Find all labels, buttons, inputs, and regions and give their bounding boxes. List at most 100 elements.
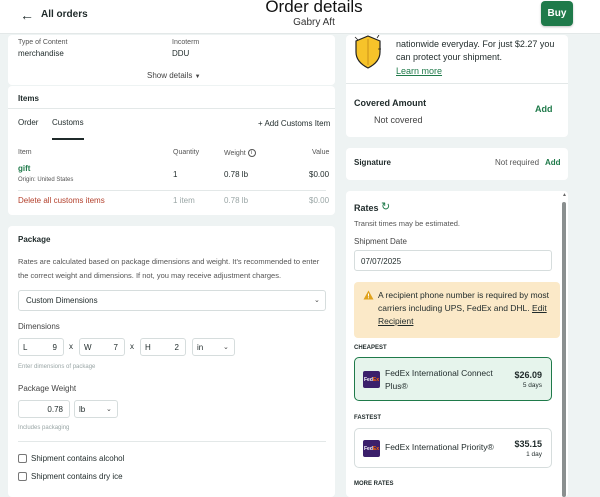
divider <box>346 83 568 84</box>
info-icon[interactable]: i <box>247 149 256 157</box>
dry-ice-checkbox[interactable] <box>18 472 27 481</box>
dimensions-hint: Enter dimensions of package <box>18 364 96 370</box>
alcohol-checkbox[interactable] <box>18 454 27 463</box>
dimension-unit-select[interactable]: in ⌄ <box>192 338 235 356</box>
chevron-down-icon: ⌄ <box>314 297 320 304</box>
package-weight-value: 0.78 <box>47 405 63 414</box>
caret-down-icon: ▼ <box>194 74 201 80</box>
signature-card: Signature Not required Add <box>346 148 568 180</box>
rate-price: $26.09 <box>514 370 542 380</box>
insurance-card: nationwide everyday. For just $2.27 you … <box>346 35 568 137</box>
item-quantity: 1 <box>173 170 178 179</box>
fedex-logo: Fed Ex <box>363 371 380 388</box>
delete-all-customs-items-link[interactable]: Delete all customs items <box>18 196 105 205</box>
alert-message: A recipient phone number is required by … <box>378 290 550 313</box>
chevron-down-icon: ⌄ <box>223 344 229 351</box>
package-weight-input[interactable]: 0.78 <box>18 400 70 418</box>
dimension-unit-value: in <box>197 343 204 352</box>
shield-icon <box>354 35 381 69</box>
shipment-date-value: 07/07/2025 <box>361 257 402 266</box>
shipment-date-label: Shipment Date <box>354 237 407 246</box>
column-weight-label: Weight <box>224 149 246 157</box>
show-details-toggle[interactable]: Show details ▼ <box>147 71 201 80</box>
divider <box>8 108 335 109</box>
type-of-content-label: Type of Content <box>18 39 68 46</box>
fedex-logo-ex: Ex <box>372 445 379 452</box>
rates-scrollbar[interactable]: ▲ <box>562 192 567 497</box>
item-name[interactable]: gift <box>18 164 30 173</box>
add-customs-item-button[interactable]: + Add Customs Item <box>258 119 330 128</box>
alcohol-checkbox-label: Shipment contains alcohol <box>31 454 125 463</box>
column-quantity: Quantity <box>173 149 200 156</box>
add-signature-button[interactable]: Add <box>545 158 561 167</box>
warning-icon <box>363 290 374 300</box>
scrollbar-thumb[interactable] <box>562 202 566 497</box>
length-prefix: L <box>23 343 28 352</box>
covered-amount-value: Not covered <box>374 115 423 125</box>
covered-amount-label: Covered Amount <box>354 98 427 108</box>
item-value: $0.00 <box>309 170 330 179</box>
package-weight-label: Package Weight <box>18 384 77 393</box>
package-type-value: Custom Dimensions <box>26 296 98 305</box>
insurance-text: nationwide everyday. For just $2.27 you … <box>396 39 555 62</box>
column-item: Item <box>18 149 32 156</box>
dimension-separator: x <box>69 342 73 351</box>
buy-button[interactable]: Buy <box>541 1 573 26</box>
width-prefix: W <box>84 343 92 352</box>
length-input[interactable]: L 9 <box>18 338 64 356</box>
cheapest-label: CHEAPEST <box>354 345 387 351</box>
weight-hint: Includes packaging <box>18 425 70 431</box>
refresh-icon[interactable]: ↻ <box>381 200 390 213</box>
package-type-select[interactable]: Custom Dimensions ⌄ <box>18 290 326 311</box>
rate-carrier: FedEx International Connect Plus® <box>385 368 493 391</box>
rate-option-cheapest[interactable]: Fed Ex FedEx International Connect Plus® … <box>354 357 552 401</box>
weight-unit-select[interactable]: lb ⌄ <box>74 400 118 418</box>
alert-text: A recipient phone number is required by … <box>378 289 553 328</box>
tab-order[interactable]: Order <box>18 118 38 127</box>
column-value: Value <box>312 149 330 156</box>
dimensions-label: Dimensions <box>18 322 60 331</box>
dimension-separator: x <box>130 342 134 351</box>
tab-customs[interactable]: Customs <box>52 118 84 127</box>
customer-name: Gabry Aft <box>293 17 335 28</box>
total-value: $0.00 <box>309 196 330 205</box>
rate-days: 1 day <box>526 451 542 458</box>
learn-more-link[interactable]: Learn more <box>396 66 442 76</box>
add-insurance-button[interactable]: Add <box>535 104 553 114</box>
rate-days: 5 days <box>522 382 542 389</box>
content-info-card: Type of Content merchandise Incoterm DDU… <box>8 35 335 85</box>
length-value: 9 <box>52 343 57 352</box>
total-weight: 0.78 lb <box>224 196 249 205</box>
column-weight: Weight i <box>224 149 256 157</box>
incoterm-value: DDU <box>172 49 190 58</box>
divider <box>18 190 326 191</box>
items-title: Items <box>18 94 39 103</box>
dry-ice-checkbox-label: Shipment contains dry ice <box>31 472 123 481</box>
package-description: Rates are calculated based on package di… <box>18 257 320 280</box>
chevron-down-icon: ⌄ <box>106 406 112 413</box>
incoterm-label: Incoterm <box>172 39 200 46</box>
rate-option-fastest[interactable]: Fed Ex FedEx International Priority® $35.… <box>354 428 552 468</box>
item-origin: Origin: United States <box>18 177 74 183</box>
type-of-content-value: merchandise <box>18 49 64 58</box>
signature-value: Not required <box>495 158 540 167</box>
rates-note: Transit times may be estimated. <box>354 219 461 228</box>
width-value: 7 <box>113 343 118 352</box>
total-quantity: 1 item <box>173 196 195 205</box>
fastest-label: FASTEST <box>354 415 382 421</box>
scroll-up-icon[interactable]: ▲ <box>562 192 567 198</box>
package-title: Package <box>18 235 51 244</box>
shipment-date-input[interactable]: 07/07/2025 <box>354 250 552 271</box>
rates-title: Rates <box>354 203 379 213</box>
more-rates-label: MORE RATES <box>354 481 394 487</box>
height-input[interactable]: H 2 <box>140 338 186 356</box>
rate-price: $35.15 <box>514 439 542 449</box>
page-title: Order details <box>265 0 363 16</box>
weight-unit-value: lb <box>79 405 86 414</box>
phone-required-alert: A recipient phone number is required by … <box>354 282 560 338</box>
height-value: 2 <box>174 343 179 352</box>
active-tab-indicator <box>52 138 84 140</box>
fedex-logo: Fed Ex <box>363 440 380 457</box>
width-input[interactable]: W 7 <box>79 338 125 356</box>
signature-label: Signature <box>354 158 391 167</box>
